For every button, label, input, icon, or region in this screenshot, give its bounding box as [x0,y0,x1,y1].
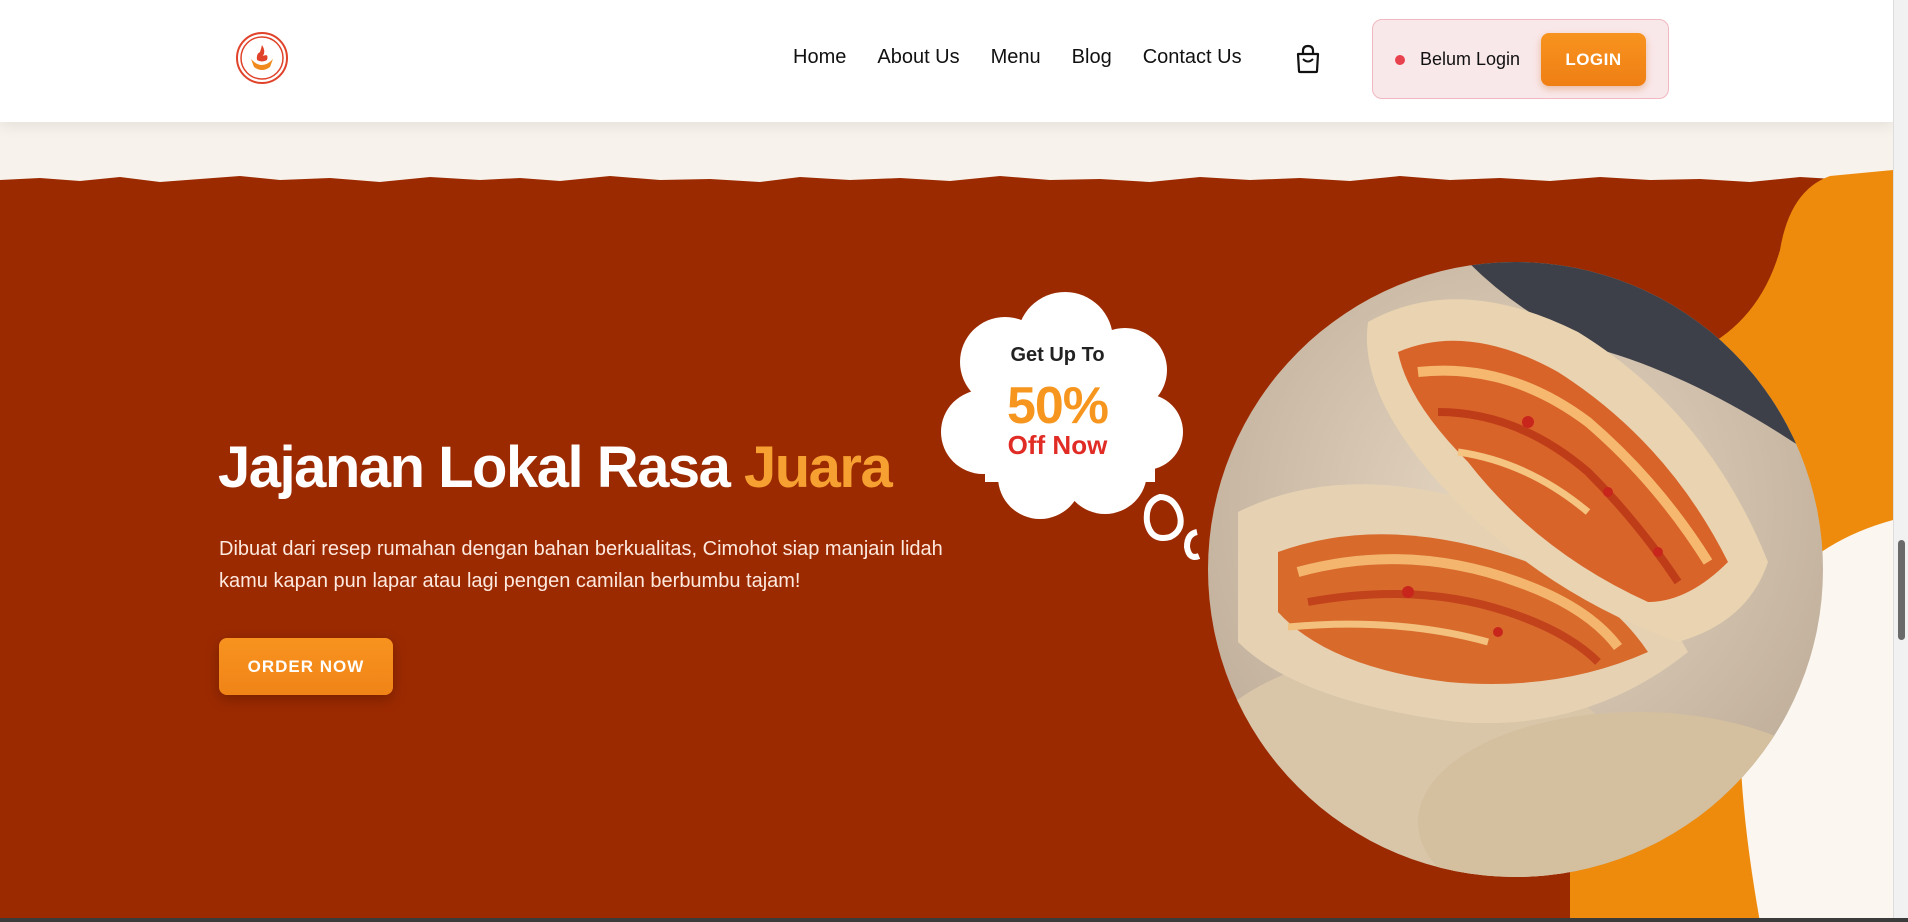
cart-button[interactable] [1294,44,1322,74]
nav-about-us[interactable]: About Us [877,46,959,69]
window-bottom-border [0,918,1908,922]
nav-contact-us[interactable]: Contact Us [1143,46,1242,69]
cireng-food-image [1208,262,1823,877]
nav-menu[interactable]: Menu [991,46,1041,69]
status-dot [1395,55,1405,65]
shopping-bag-icon [1296,44,1320,74]
order-now-button[interactable]: ORDER NOW [219,638,393,695]
promo-line-3: Off Now [1007,430,1108,460]
site-header: Home About Us Menu Blog Contact Us Belum… [0,0,1893,122]
nav-home[interactable]: Home [793,46,846,69]
hero-title: Jajanan Lokal Rasa Juara [218,434,893,501]
login-button[interactable]: LOGIN [1541,33,1646,86]
scrollbar[interactable] [1893,0,1908,922]
nav-blog[interactable]: Blog [1072,46,1112,69]
page-viewport: Jajanan Lokal Rasa Juara Dibuat dari res… [0,0,1893,918]
hero-title-accent: Juara [743,435,893,500]
main-nav: Home About Us Menu Blog Contact Us [793,46,1273,69]
scrollbar-thumb[interactable] [1898,540,1905,640]
promo-percent: 50% [1006,377,1109,435]
login-status-panel: Belum Login LOGIN [1372,19,1669,99]
hero-title-main: Jajanan Lokal Rasa [218,435,744,500]
logo-emblem-icon [240,36,284,80]
promo-line-1: Get Up To [1010,344,1105,366]
hero-description: Dibuat dari resep rumahan dengan bahan b… [219,538,943,592]
login-status-text: Belum Login [1420,49,1521,69]
cimohot-logo[interactable] [236,32,288,84]
